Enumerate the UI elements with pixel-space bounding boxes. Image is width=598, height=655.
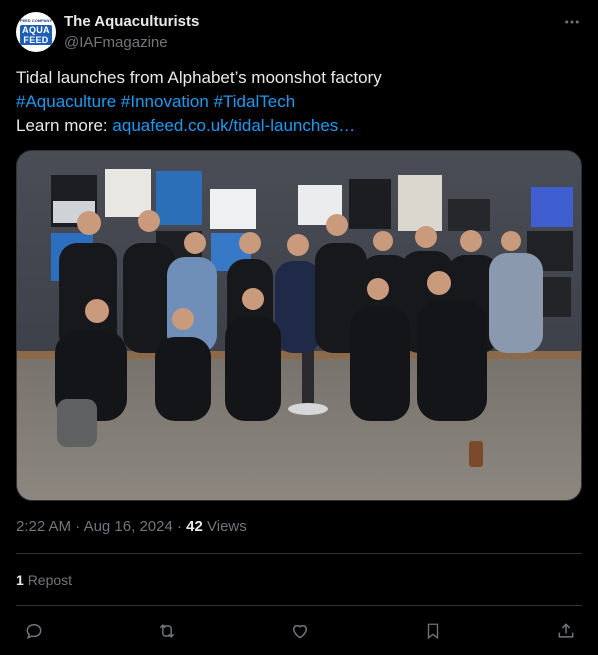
meta-separator: · xyxy=(75,518,84,535)
handle[interactable]: @IAFmagazine xyxy=(64,33,199,53)
tweet-meta: 2:22 AM · Aug 16, 2024 · 42 Views xyxy=(16,517,247,537)
reply-icon[interactable] xyxy=(22,619,46,643)
divider xyxy=(16,605,582,606)
meta-separator: · xyxy=(176,518,187,535)
avatar-logo: AQUA FEED xyxy=(20,25,52,45)
tweet-text-line: Tidal launches from Alphabet’s moonshot … xyxy=(16,68,382,87)
avatar[interactable]: FEED COMPANY AQUA FEED xyxy=(16,12,56,52)
tweet-text: Tidal launches from Alphabet’s moonshot … xyxy=(16,66,582,138)
author-names: The Aquaculturists @IAFmagazine xyxy=(64,13,199,53)
learn-more-line: Learn more: aquafeed.co.uk/tidal-launche… xyxy=(16,114,582,138)
tweet-date[interactable]: Aug 16, 2024 xyxy=(84,518,173,535)
learn-more-label: Learn more: xyxy=(16,116,108,135)
display-name[interactable]: The Aquaculturists xyxy=(64,13,199,31)
tweet-photo[interactable] xyxy=(16,150,582,501)
reposts-count[interactable]: 1 Repost xyxy=(16,570,72,590)
repost-icon[interactable] xyxy=(155,619,179,643)
bookmark-icon[interactable] xyxy=(421,619,445,643)
hashtag[interactable]: #Innovation xyxy=(121,92,209,111)
views-label: Views xyxy=(207,518,247,535)
tweet-header: FEED COMPANY AQUA FEED The Aquaculturist… xyxy=(16,12,582,56)
more-options-icon[interactable] xyxy=(562,12,582,32)
hashtag[interactable]: #Aquaculture xyxy=(16,92,116,111)
reposts-number: 1 xyxy=(16,572,24,588)
action-bar xyxy=(16,619,582,643)
hashtag[interactable]: #TidalTech xyxy=(214,92,296,111)
share-icon[interactable] xyxy=(554,619,578,643)
reposts-label: Repost xyxy=(27,572,73,588)
article-link[interactable]: aquafeed.co.uk/tidal-launches… xyxy=(112,116,355,135)
photo-group-team-icon xyxy=(17,151,581,500)
tweet-time[interactable]: 2:22 AM xyxy=(16,518,71,535)
views-count: 42 xyxy=(186,518,203,535)
divider xyxy=(16,553,582,554)
like-icon[interactable] xyxy=(288,619,312,643)
hashtags-line: #Aquaculture #Innovation #TidalTech xyxy=(16,90,582,114)
avatar-top-text: FEED COMPANY xyxy=(20,18,52,23)
